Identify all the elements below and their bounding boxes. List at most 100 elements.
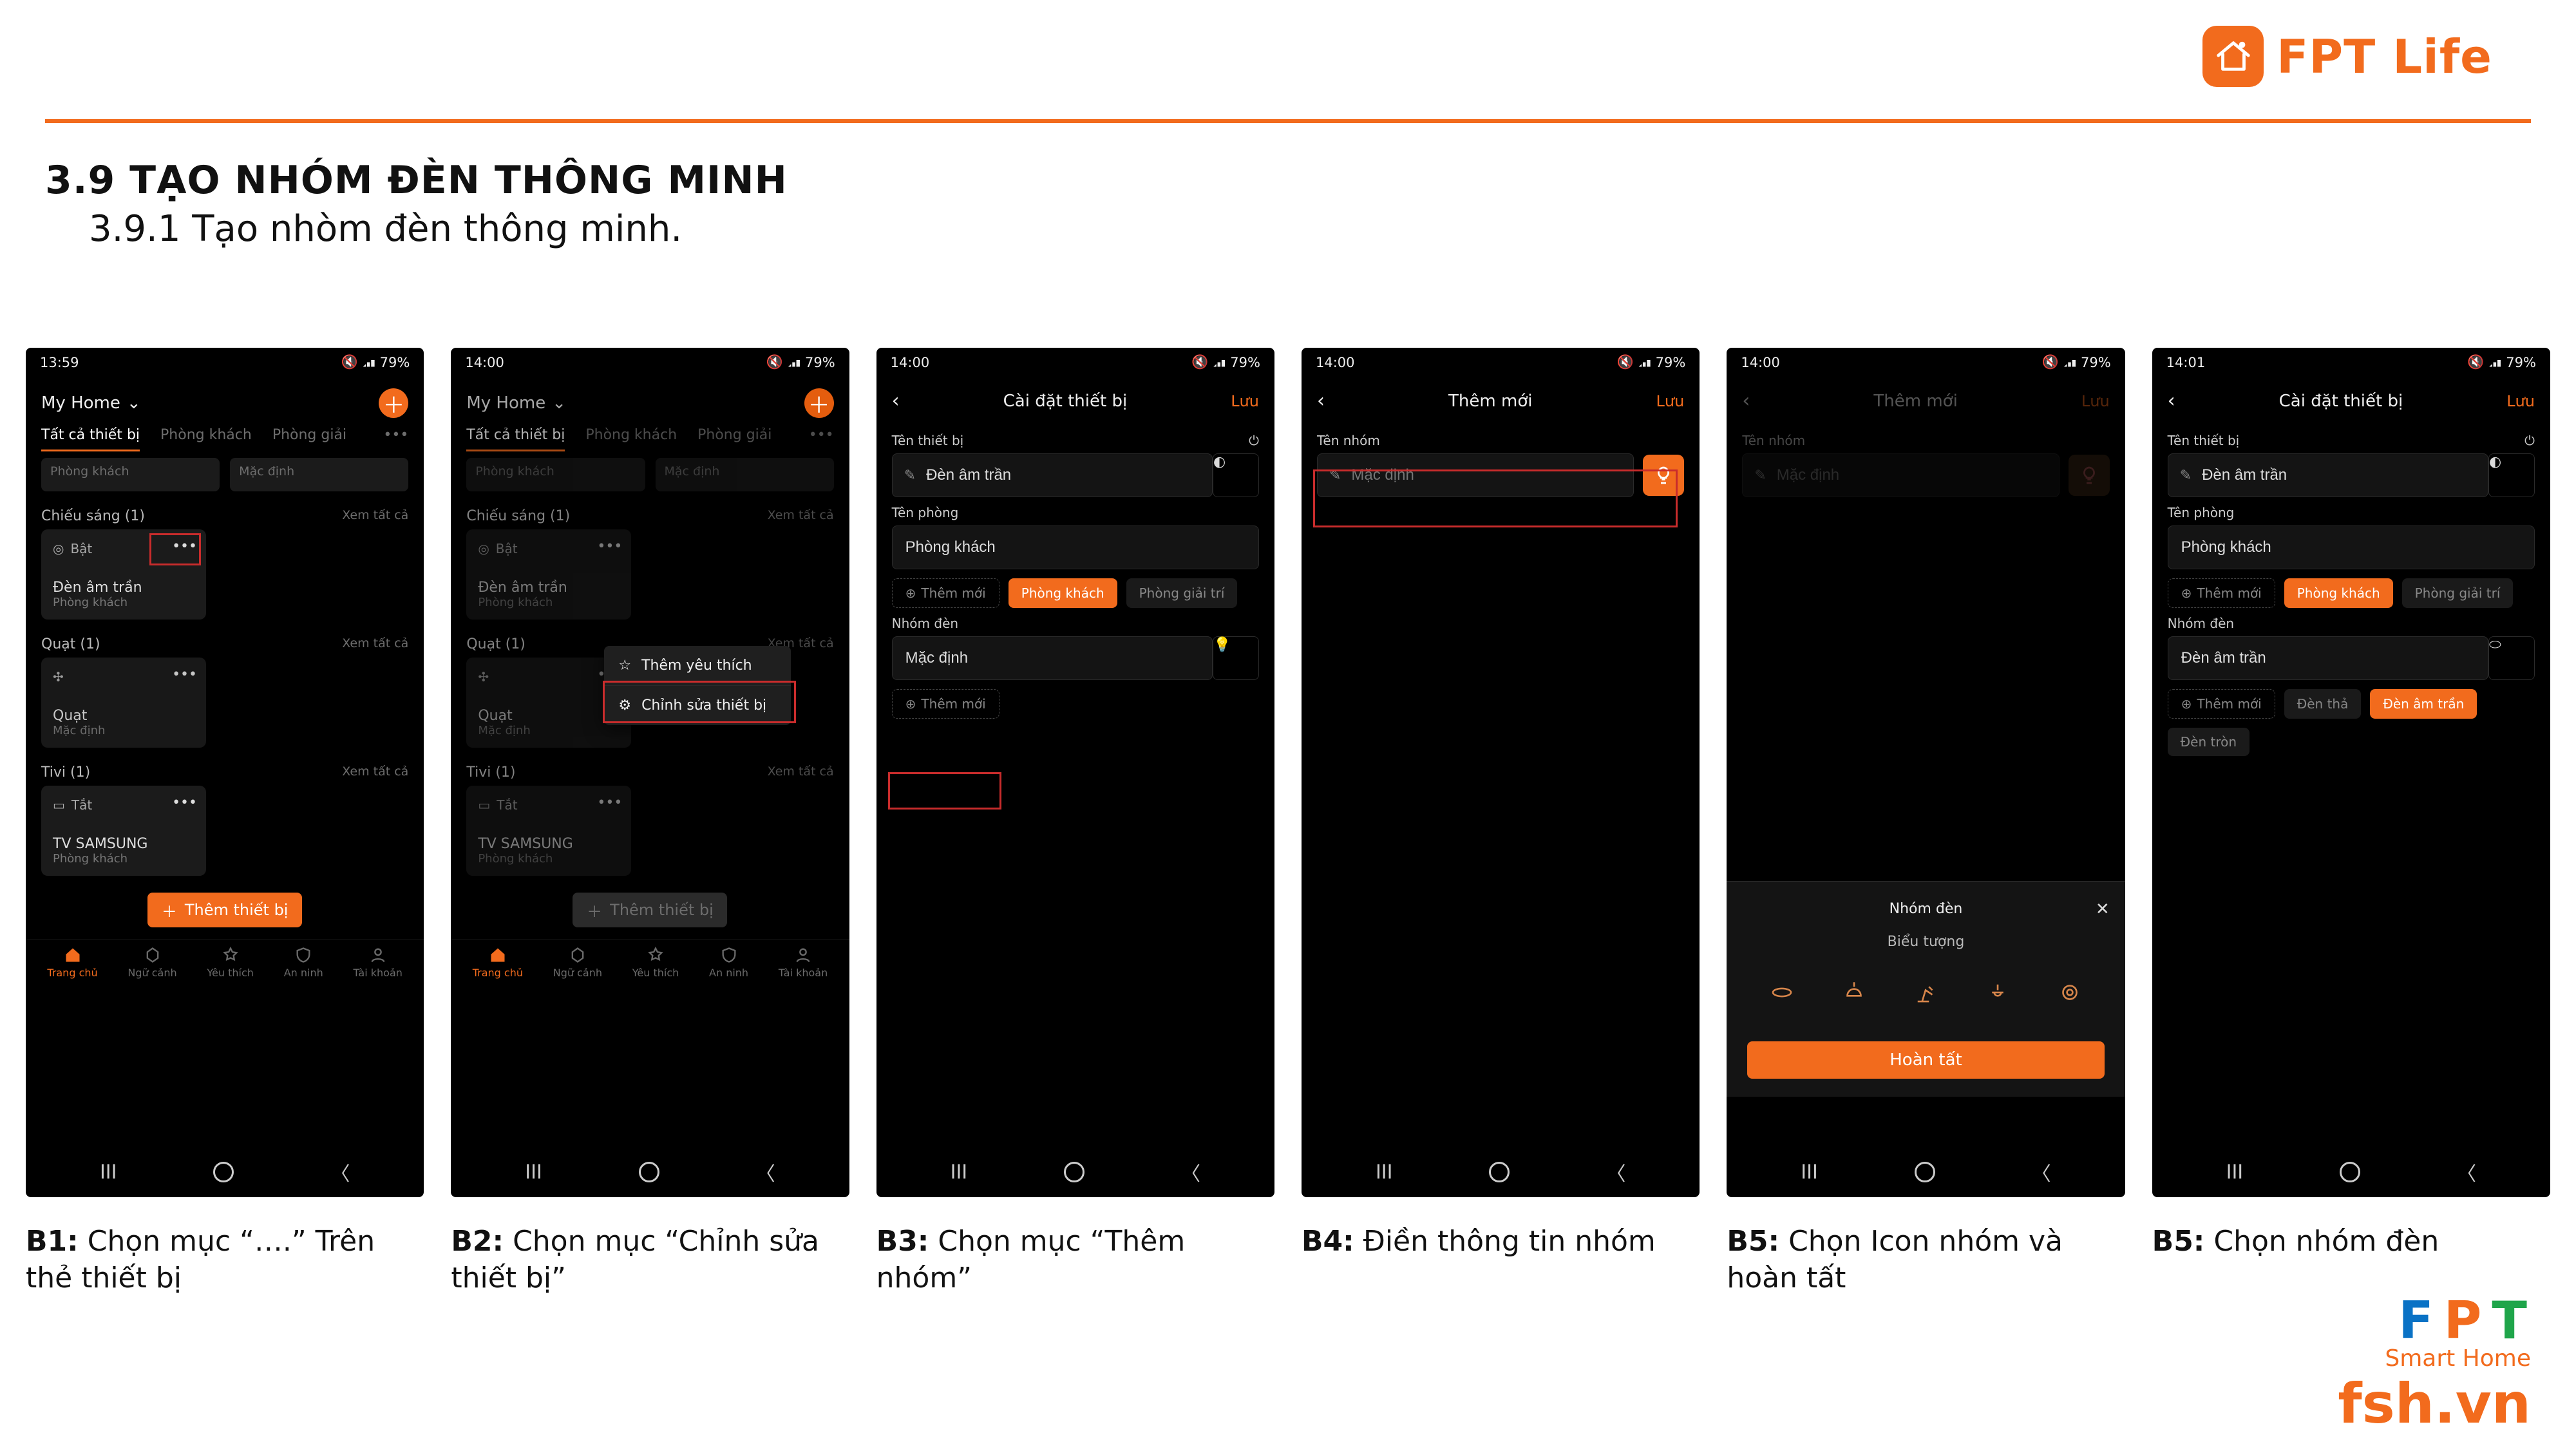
tab-room-2[interactable]: Phòng giải bbox=[272, 427, 346, 451]
home-icon[interactable] bbox=[213, 1162, 234, 1182]
room-chip-add[interactable]: ⊕Thêm mới bbox=[2168, 578, 2275, 608]
nav-security[interactable]: An ninh bbox=[284, 946, 323, 979]
light-icon-downlight[interactable] bbox=[1761, 972, 1803, 1013]
pencil-icon: ✎ bbox=[904, 468, 916, 484]
device-card-fan[interactable]: ✣ ••• Quạt Mặc định bbox=[41, 658, 206, 748]
group-icon-button[interactable] bbox=[1643, 455, 1684, 496]
light-icon-spot[interactable] bbox=[2049, 972, 2090, 1013]
clock: 14:00 bbox=[465, 355, 504, 370]
bulb-icon[interactable]: 💡 bbox=[1213, 636, 1259, 680]
group-chip-add[interactable]: ⊕Thêm mới bbox=[2168, 689, 2275, 719]
power-icon[interactable]: ⏻ bbox=[2524, 433, 2535, 448]
add-device-button[interactable]: ＋Thêm thiết bị bbox=[147, 893, 302, 927]
icon-chooser-sheet[interactable]: Nhóm đèn ✕ Biểu tượng Hoàn tất bbox=[1727, 881, 2125, 1097]
context-menu[interactable]: ☆ Thêm yêu thích ⚙ Chỉnh sửa thiết bị bbox=[604, 646, 791, 725]
room-chip-row: ⊕Thêm mới Phòng khách Phòng giải trí bbox=[876, 569, 1274, 608]
device-name-field[interactable]: ✎ bbox=[892, 453, 1213, 497]
group-field[interactable] bbox=[2168, 636, 2488, 680]
mini-card[interactable]: Phòng khách bbox=[41, 458, 220, 491]
save-button[interactable]: Lưu bbox=[2081, 392, 2110, 410]
back-button[interactable]: ‹ bbox=[1742, 390, 1750, 412]
android-nav[interactable]: III〈 bbox=[1302, 1147, 1700, 1197]
add-button[interactable]: ＋ bbox=[804, 388, 834, 418]
device-name-field[interactable]: ✎ bbox=[2168, 453, 2488, 497]
room-chip-add[interactable]: ⊕Thêm mới bbox=[892, 578, 999, 608]
save-button[interactable]: Lưu bbox=[1656, 392, 1685, 410]
device-more-button[interactable]: ••• bbox=[172, 795, 197, 811]
room-chip-1[interactable]: Phòng khách bbox=[2284, 578, 2393, 608]
tab-room-1[interactable]: Phòng khách bbox=[160, 427, 252, 451]
clock: 14:00 bbox=[1741, 355, 1780, 370]
status-bar: 14:00 🔇79% bbox=[876, 348, 1274, 377]
device-card-light: ◎Bật ••• Đèn âm trần Phòng khách bbox=[466, 529, 631, 620]
room-tabs[interactable]: Tất cả thiết bị Phòng khách Phòng giải •… bbox=[26, 423, 424, 451]
see-all-link[interactable]: Xem tất cả bbox=[342, 636, 408, 652]
android-nav[interactable]: III〈 bbox=[876, 1147, 1274, 1197]
nav-home[interactable]: Trang chủ bbox=[47, 946, 97, 979]
group-chip-add[interactable]: ⊕Thêm mới bbox=[892, 689, 999, 719]
room-field[interactable] bbox=[2168, 526, 2535, 569]
fan-icon: ✣ bbox=[53, 669, 64, 685]
see-all-link[interactable]: Xem tất cả bbox=[342, 508, 408, 524]
recents-icon[interactable]: III bbox=[100, 1161, 117, 1184]
power-icon[interactable]: ⏻ bbox=[1249, 433, 1259, 448]
back-button[interactable]: ‹ bbox=[1317, 390, 1325, 412]
menu-edit-device[interactable]: ⚙ Chỉnh sửa thiết bị bbox=[604, 685, 791, 725]
tabs-more-icon[interactable]: ••• bbox=[383, 427, 408, 451]
step-caption: B5: Chọn Icon nhóm và hoàn tất bbox=[1727, 1223, 2125, 1296]
room-chip-2[interactable]: Phòng giải trí bbox=[1126, 578, 1238, 608]
device-name-input[interactable] bbox=[925, 466, 1212, 485]
light-icon-wall[interactable] bbox=[1977, 972, 2018, 1013]
close-icon[interactable]: ✕ bbox=[2096, 900, 2110, 919]
android-nav[interactable]: III〈 bbox=[1727, 1147, 2125, 1197]
device-card-light[interactable]: ◎Bật ••• Đèn âm trần Phòng khách bbox=[41, 529, 206, 620]
battery-text: 79% bbox=[805, 355, 835, 370]
back-button[interactable]: ‹ bbox=[2168, 390, 2175, 412]
home-selector[interactable]: My Home ⌄ bbox=[466, 393, 566, 413]
room-field[interactable] bbox=[892, 526, 1259, 569]
phone-screen-6: 14:01 🔇79% ‹ Cài đặt thiết bị Lưu Tên th… bbox=[2152, 348, 2550, 1197]
home-name: My Home bbox=[41, 393, 120, 413]
group-chip-3[interactable]: Đèn tròn bbox=[2168, 728, 2249, 756]
nav-account[interactable]: Tài khoản bbox=[354, 946, 402, 979]
nav-fav[interactable]: Yêu thích bbox=[207, 946, 254, 979]
group-icon-preview[interactable]: ⬭ bbox=[2488, 636, 2535, 680]
android-nav[interactable]: III〈 bbox=[2152, 1147, 2550, 1197]
home-selector[interactable]: My Home ⌄ bbox=[41, 393, 141, 413]
device-more-button[interactable]: ••• bbox=[172, 667, 197, 683]
back-icon[interactable]: 〈 bbox=[330, 1158, 350, 1186]
phone-screen-5: 14:00 🔇79% ‹ Thêm mới Lưu Tên nhóm ✎ bbox=[1727, 348, 2125, 1197]
save-button[interactable]: Lưu bbox=[1231, 392, 1259, 410]
group-name-field[interactable]: ✎ bbox=[1317, 453, 1634, 497]
device-card-tv[interactable]: ▭Tắt ••• TV SAMSUNG Phòng khách bbox=[41, 786, 206, 876]
mini-card[interactable]: Mặc định bbox=[230, 458, 408, 491]
room-chip-2[interactable]: Phòng giải trí bbox=[2402, 578, 2514, 608]
add-button[interactable]: ＋ bbox=[379, 388, 408, 418]
screen-title: Cài đặt thiết bị bbox=[2279, 392, 2403, 411]
tab-all[interactable]: Tất cả thiết bị bbox=[41, 427, 140, 451]
back-button[interactable]: ‹ bbox=[892, 390, 900, 412]
light-icon-pendant[interactable] bbox=[1833, 972, 1875, 1013]
bottom-nav[interactable]: Trang chủ Ngữ cảnh Yêu thích An ninh Tài… bbox=[26, 939, 424, 983]
group-chip-1[interactable]: Đèn thả bbox=[2284, 689, 2362, 719]
group-field[interactable] bbox=[892, 636, 1213, 680]
room-input[interactable] bbox=[904, 538, 1258, 557]
brightness-icon[interactable]: ◐ bbox=[2488, 453, 2535, 497]
brightness-icon[interactable]: ◐ bbox=[1213, 453, 1259, 497]
clock: 14:00 bbox=[1316, 355, 1355, 370]
group-name-input[interactable] bbox=[1350, 466, 1633, 485]
light-icon-desklamp[interactable] bbox=[1905, 972, 1946, 1013]
room-chip-1[interactable]: Phòng khách bbox=[1009, 578, 1117, 608]
device-more-button[interactable]: ••• bbox=[172, 538, 197, 554]
save-button[interactable]: Lưu bbox=[2506, 392, 2535, 410]
menu-add-favorite[interactable]: ☆ Thêm yêu thích bbox=[604, 646, 791, 685]
android-nav[interactable]: III 〈 bbox=[26, 1147, 424, 1197]
group-chip-2[interactable]: Đèn âm trần bbox=[2370, 689, 2477, 719]
eye-icon: ◎ bbox=[478, 541, 489, 556]
done-button[interactable]: Hoàn tất bbox=[1747, 1041, 2104, 1079]
see-all-link[interactable]: Xem tất cả bbox=[342, 764, 408, 781]
nav-scene[interactable]: Ngữ cảnh bbox=[128, 946, 176, 979]
android-nav[interactable]: III〈 bbox=[451, 1147, 849, 1197]
group-input[interactable] bbox=[904, 649, 1212, 668]
step-1: 13:59 🔇79% My Home ⌄ ＋ Tất cả thiết bị P… bbox=[26, 348, 424, 1296]
